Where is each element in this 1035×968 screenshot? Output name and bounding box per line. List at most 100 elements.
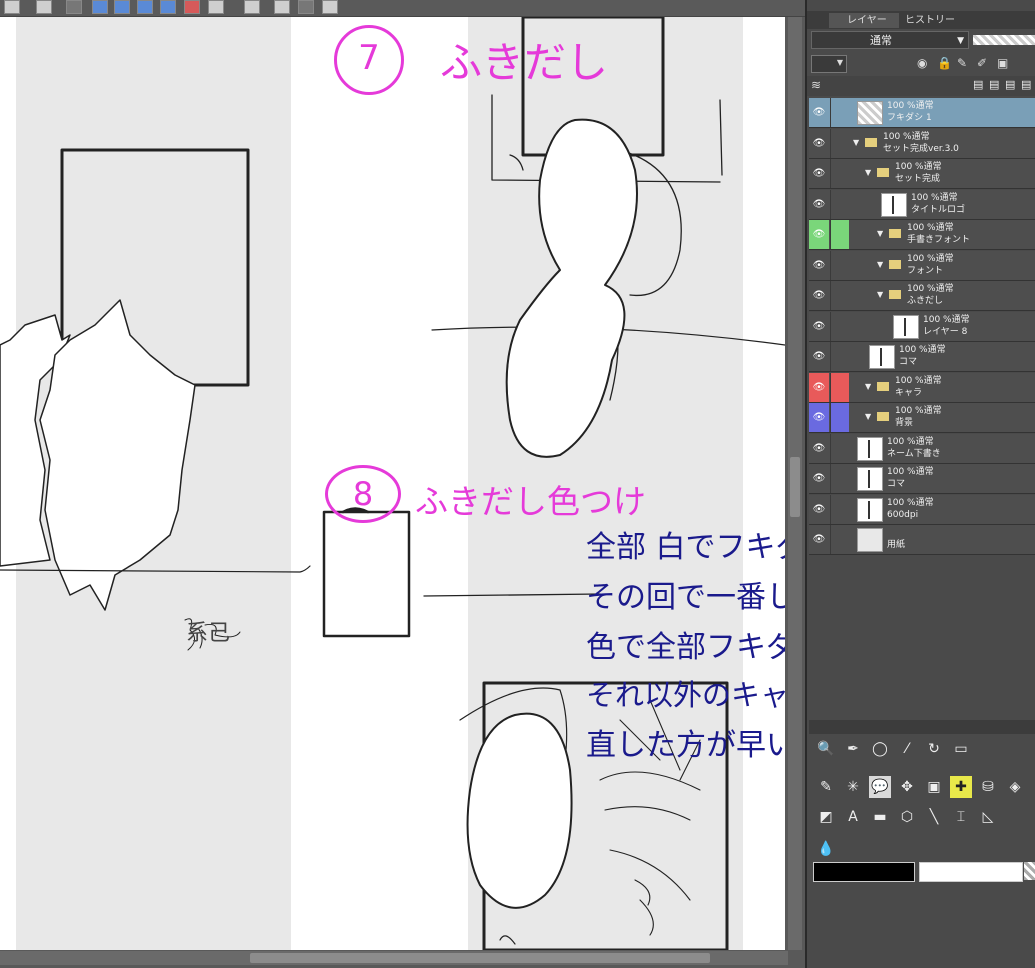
layer-row[interactable]: 👁 ▼ 100 %通常 ふきだし bbox=[809, 281, 1035, 311]
layer-lock-toggle[interactable] bbox=[830, 342, 849, 371]
brush-icon[interactable]: ✎ bbox=[815, 776, 837, 798]
ruler-icon[interactable]: ▬ bbox=[869, 806, 891, 828]
pen-tool-icon[interactable] bbox=[298, 0, 314, 14]
draft-icon[interactable]: ✐ bbox=[977, 56, 987, 70]
canvas-area[interactable]: 7 ふきだし 8 ふきだし色つけ 全部 白でフキダシ書くより その回で一番しゃべ… bbox=[0, 0, 805, 968]
layer-lock-toggle[interactable] bbox=[830, 372, 849, 402]
eye-icon[interactable]: 👁 bbox=[809, 251, 829, 280]
eye-icon[interactable]: 👁 bbox=[809, 434, 829, 463]
layer-row[interactable]: 👁 ▼ 100 %通常 フォント bbox=[809, 250, 1035, 281]
layer-color-select[interactable]: ▼ bbox=[811, 55, 847, 73]
layer-row[interactable]: 👁 用紙 bbox=[809, 525, 1035, 555]
hand-icon[interactable] bbox=[244, 0, 260, 14]
layer-row[interactable]: 👁 ▼ 100 %通常 セット完成ver.3.0 bbox=[809, 128, 1035, 159]
layer-row[interactable]: 👁 ▼ 100 %通常 セット完成 bbox=[809, 159, 1035, 189]
layer-lock-toggle[interactable] bbox=[830, 98, 849, 127]
layer-lock-toggle[interactable] bbox=[830, 250, 849, 280]
move-icon[interactable]: ✥ bbox=[896, 776, 918, 798]
eye-icon[interactable]: 👁 bbox=[809, 159, 829, 188]
bucket-icon[interactable]: ⛁ bbox=[977, 776, 999, 798]
lock-icon[interactable]: 🔒 bbox=[937, 56, 952, 70]
layer-row[interactable]: 👁 ▼ 100 %通常 手書きフォント bbox=[809, 220, 1035, 250]
blend-mode-select[interactable]: 通常 ▼ bbox=[811, 31, 969, 49]
eraser-icon[interactable]: ▭ bbox=[950, 738, 972, 760]
correction-icon[interactable]: ⌶ bbox=[950, 806, 972, 828]
delete-layer-icon[interactable]: ▤ bbox=[1021, 78, 1031, 91]
layer-lock-toggle[interactable] bbox=[830, 128, 849, 158]
eye-icon[interactable]: 👁 bbox=[809, 525, 829, 554]
layer-lock-toggle[interactable] bbox=[830, 525, 849, 554]
eye-icon[interactable]: 👁 bbox=[809, 495, 829, 524]
eye-icon[interactable]: 👁 bbox=[809, 403, 829, 432]
ruler-snap-icon[interactable] bbox=[92, 0, 108, 14]
layer-lock-toggle[interactable] bbox=[830, 464, 849, 493]
eye-icon[interactable]: 👁 bbox=[809, 312, 829, 341]
layer-lock-toggle[interactable] bbox=[830, 311, 849, 341]
layer-lock-toggle[interactable] bbox=[830, 189, 849, 219]
clip-mask-icon[interactable]: ◉ bbox=[917, 56, 927, 70]
new-vector-icon[interactable]: ▤ bbox=[989, 78, 999, 91]
special-ruler-icon[interactable] bbox=[114, 0, 130, 14]
folder-expand-icon[interactable]: ▼ bbox=[877, 260, 883, 269]
layer-row[interactable]: 👁 100 %通常 600dpi bbox=[809, 494, 1035, 525]
undo-icon[interactable] bbox=[66, 0, 82, 14]
opacity-slider[interactable] bbox=[973, 35, 1035, 45]
eye-icon[interactable]: 👁 bbox=[809, 372, 829, 402]
balloon-icon[interactable]: 💬 bbox=[869, 776, 891, 798]
folder-expand-icon[interactable]: ▼ bbox=[865, 382, 871, 391]
paper-icon[interactable] bbox=[274, 0, 290, 14]
sub-color-swatch[interactable] bbox=[919, 862, 1023, 882]
eye-icon[interactable]: 👁 bbox=[809, 281, 829, 310]
device-icon[interactable] bbox=[208, 0, 224, 14]
lasso-icon[interactable]: ◯ bbox=[869, 738, 891, 760]
vertical-scrollbar[interactable] bbox=[788, 17, 802, 950]
select-plus-icon[interactable]: ✚ bbox=[950, 776, 972, 798]
eye-icon[interactable]: 👁 bbox=[809, 220, 829, 249]
layer-row[interactable]: 👁 100 %通常 タイトルロゴ bbox=[809, 189, 1035, 220]
folder-expand-icon[interactable]: ▼ bbox=[853, 138, 859, 147]
export-icon[interactable] bbox=[36, 0, 52, 14]
layer-lock-toggle[interactable] bbox=[830, 403, 849, 432]
layer-lock-toggle[interactable] bbox=[830, 433, 849, 463]
folder-expand-icon[interactable]: ▼ bbox=[865, 412, 871, 421]
line-pen-icon[interactable]: ╲ bbox=[923, 806, 945, 828]
manga-page[interactable]: 7 ふきだし 8 ふきだし色つけ 全部 白でフキダシ書くより その回で一番しゃべ… bbox=[0, 17, 785, 950]
horizontal-scroll-thumb[interactable] bbox=[250, 953, 710, 963]
color-icon[interactable] bbox=[322, 0, 338, 14]
eye-icon[interactable]: 👁 bbox=[809, 342, 829, 371]
transparent-color-swatch[interactable] bbox=[1024, 862, 1035, 880]
layer-move-icon[interactable]: ▣ bbox=[923, 776, 945, 798]
tab-history[interactable]: ヒストリー bbox=[887, 13, 969, 28]
sparkle-icon[interactable]: ✳ bbox=[842, 776, 864, 798]
eye-icon[interactable]: 👁 bbox=[809, 129, 829, 158]
layer-row[interactable]: 👁 100 %通常 コマ bbox=[809, 342, 1035, 372]
eye-icon[interactable]: 👁 bbox=[809, 98, 829, 127]
layer-lock-toggle[interactable] bbox=[830, 220, 849, 249]
reference-icon[interactable]: ✎ bbox=[957, 56, 967, 70]
layer-row[interactable]: 👁 100 %通常 コマ bbox=[809, 464, 1035, 494]
horizontal-scrollbar[interactable] bbox=[0, 951, 788, 965]
text-icon[interactable]: A bbox=[842, 806, 864, 828]
folder-expand-icon[interactable]: ▼ bbox=[865, 168, 871, 177]
layer-row[interactable]: 👁 100 %通常 ネーム下書き bbox=[809, 433, 1035, 464]
vertical-scroll-thumb[interactable] bbox=[790, 457, 800, 517]
layer-lock-toggle[interactable] bbox=[830, 494, 849, 524]
eye-icon[interactable]: 👁 bbox=[809, 190, 829, 219]
polygon-icon[interactable]: ⬡ bbox=[896, 806, 918, 828]
new-layer-icon[interactable]: ▤ bbox=[973, 78, 983, 91]
eyedropper-icon[interactable]: ⁄ bbox=[896, 738, 918, 760]
fill-icon[interactable]: ◈ bbox=[1004, 776, 1026, 798]
gradient-icon[interactable]: ◩ bbox=[815, 806, 837, 828]
new-folder-icon[interactable]: ▤ bbox=[1005, 78, 1015, 91]
folder-expand-icon[interactable]: ▼ bbox=[877, 229, 883, 238]
magnifier-icon[interactable]: 🔍 bbox=[815, 738, 837, 760]
layer-lock-toggle[interactable] bbox=[830, 159, 849, 188]
grid-icon[interactable] bbox=[137, 0, 153, 14]
mask-icon[interactable]: ▣ bbox=[997, 56, 1008, 70]
triangle-ruler-icon[interactable]: ◺ bbox=[977, 806, 999, 828]
perspective-icon[interactable] bbox=[160, 0, 176, 14]
layer-row[interactable]: 👁 ▼ 100 %通常 背景 bbox=[809, 403, 1035, 433]
clip-icon[interactable] bbox=[184, 0, 200, 14]
layer-lock-toggle[interactable] bbox=[830, 281, 849, 310]
rotate-icon[interactable]: ↻ bbox=[923, 738, 945, 760]
